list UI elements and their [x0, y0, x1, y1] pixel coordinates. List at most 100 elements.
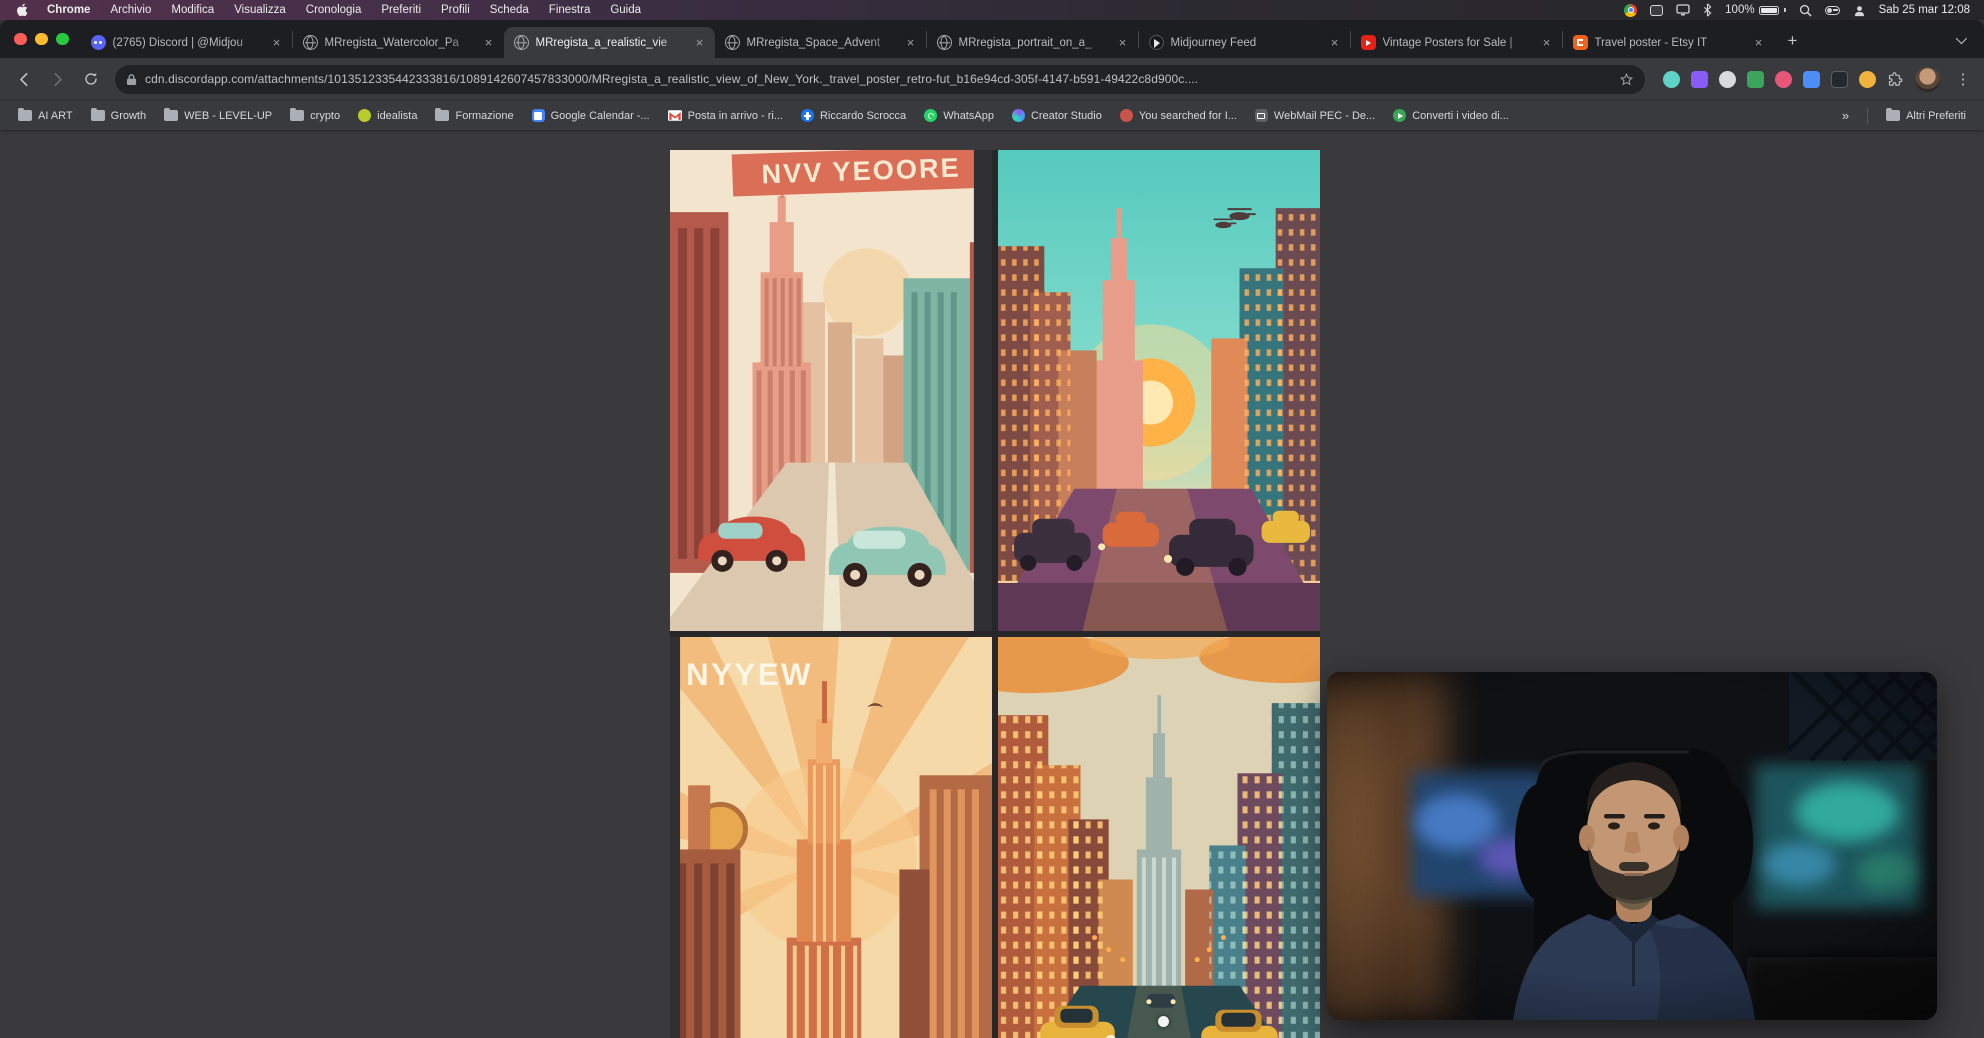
battery-status[interactable]: 100%: [1725, 4, 1785, 16]
bookmark-whatsapp[interactable]: WhatsApp: [916, 106, 1002, 125]
etsy-favicon: [1573, 35, 1588, 50]
bookmark-label: Riccardo Scrocca: [820, 110, 906, 122]
close-tab-icon[interactable]: ×: [1327, 35, 1343, 51]
bookmark-idealista[interactable]: idealista: [350, 106, 425, 125]
bookmark-creator-studio[interactable]: Creator Studio: [1004, 106, 1110, 125]
poster-title-bottom-left: NYYEW: [686, 657, 813, 692]
webmail-favicon: [1255, 109, 1268, 122]
battery-percent-label: 100%: [1725, 4, 1754, 16]
bookmark-you-searched[interactable]: You searched for I...: [1112, 106, 1245, 125]
chrome-menu-button[interactable]: ⋮: [1952, 70, 1974, 88]
bookmarks-overflow-button[interactable]: »: [1834, 105, 1857, 126]
tab-label: MRregista_Watercolor_Pa: [325, 37, 474, 49]
extension-icon[interactable]: [1691, 71, 1708, 88]
bookmark-label: WhatsApp: [943, 110, 994, 122]
bookmark-label: Posta in arrivo - ri...: [688, 110, 783, 122]
close-tab-icon[interactable]: ×: [1539, 35, 1555, 51]
poster-taxi-street: [998, 637, 1320, 1038]
tab-portrait[interactable]: MRregista_portrait_on_a_ ×: [927, 27, 1138, 58]
tab-etsy[interactable]: Travel poster - Etsy IT ×: [1563, 27, 1774, 58]
bookmark-folder-web-level-up[interactable]: WEB - LEVEL-UP: [156, 107, 280, 125]
user-switch-icon[interactable]: [1853, 4, 1866, 17]
tab-label: MRregista_Space_Advent: [747, 37, 896, 49]
close-tab-icon[interactable]: ×: [692, 35, 708, 51]
folder-icon: [290, 110, 304, 121]
menubar-item-finestra[interactable]: Finestra: [540, 2, 600, 18]
bookmark-label: AI ART: [38, 110, 73, 122]
extension-icon[interactable]: [1719, 71, 1736, 88]
menubar-item-archivio[interactable]: Archivio: [101, 2, 160, 18]
extension-icon[interactable]: [1859, 71, 1876, 88]
mouse-cursor-dot: [1158, 1016, 1169, 1027]
close-tab-icon[interactable]: ×: [903, 35, 919, 51]
lock-icon[interactable]: [126, 73, 137, 86]
menubar-clock[interactable]: Sab 25 mar 12:08: [1879, 4, 1970, 16]
apple-menu[interactable]: [14, 3, 36, 17]
bookmark-folder-growth[interactable]: Growth: [83, 107, 154, 125]
chrome-window: (2765) Discord | @Midjou × MRregista_Wat…: [0, 20, 1984, 1038]
battery-icon: [1759, 6, 1779, 15]
reload-button[interactable]: [76, 65, 105, 94]
menubar-item-chrome[interactable]: Chrome: [38, 2, 99, 18]
menubar-item-modifica[interactable]: Modifica: [162, 2, 223, 18]
close-tab-icon[interactable]: ×: [1115, 35, 1131, 51]
other-bookmarks-folder[interactable]: Altri Preferiti: [1878, 107, 1974, 125]
menubar-item-profili[interactable]: Profili: [432, 2, 479, 18]
bookmark-converti-video[interactable]: Converti i video di...: [1385, 106, 1517, 125]
extension-icon[interactable]: [1775, 71, 1792, 88]
spotlight-search-icon[interactable]: [1799, 4, 1812, 17]
menubar-item-visualizza[interactable]: Visualizza: [225, 2, 295, 18]
tab-realistic-view-active[interactable]: MRregista_a_realistic_vie ×: [504, 27, 715, 58]
profile-avatar[interactable]: [1915, 67, 1940, 92]
extension-icon[interactable]: [1663, 71, 1680, 88]
tab-midjourney-feed[interactable]: Midjourney Feed ×: [1139, 27, 1350, 58]
display-icon[interactable]: [1676, 4, 1690, 16]
menubar-item-guida[interactable]: Guida: [601, 2, 650, 18]
bookmark-label: Formazione: [455, 110, 513, 122]
folder-icon: [91, 110, 105, 121]
tab-label: MRregista_a_realistic_vie: [536, 37, 685, 49]
bookmark-folder-ai-art[interactable]: AI ART: [10, 107, 81, 125]
menubar-item-scheda[interactable]: Scheda: [481, 2, 538, 18]
tab-discord[interactable]: (2765) Discord | @Midjou ×: [81, 27, 292, 58]
menubar-item-cronologia[interactable]: Cronologia: [297, 2, 371, 18]
bookmark-google-calendar[interactable]: Google Calendar -...: [524, 106, 658, 125]
back-button[interactable]: [10, 65, 39, 94]
extensions-puzzle-icon[interactable]: [1887, 71, 1904, 88]
close-tab-icon[interactable]: ×: [481, 35, 497, 51]
tab-space-adventure[interactable]: MRregista_Space_Advent ×: [715, 27, 926, 58]
control-center-icon[interactable]: [1825, 6, 1840, 15]
close-window-button[interactable]: [14, 33, 27, 46]
tab-watercolor[interactable]: MRregista_Watercolor_Pa ×: [293, 27, 504, 58]
bookmark-label: Growth: [111, 110, 146, 122]
bluetooth-icon[interactable]: [1703, 3, 1712, 17]
forward-button[interactable]: [43, 65, 72, 94]
tab-search-button[interactable]: [1946, 26, 1974, 54]
distant-car: [1146, 994, 1175, 1008]
menubar-item-preferiti[interactable]: Preferiti: [372, 2, 430, 18]
bookmark-folder-crypto[interactable]: crypto: [282, 107, 348, 125]
bookmark-star-icon[interactable]: [1619, 72, 1634, 87]
extension-icon[interactable]: [1831, 71, 1848, 88]
close-tab-icon[interactable]: ×: [269, 35, 285, 51]
bookmark-gmail-inbox[interactable]: Posta in arrivo - ri...: [660, 107, 791, 125]
chrome-app-status-icon[interactable]: [1624, 4, 1637, 17]
menubar-status-area: 100% Sab 25 mar 12:08: [1624, 3, 1970, 17]
screen-recording-icon[interactable]: [1650, 5, 1663, 16]
address-bar[interactable]: cdn.discordapp.com/attachments/101351233…: [115, 65, 1645, 94]
chevron-down-icon: [1956, 33, 1967, 44]
tab-vintage-posters[interactable]: Vintage Posters for Sale | ×: [1351, 27, 1562, 58]
extension-icon[interactable]: [1747, 71, 1764, 88]
bookmark-label: Altri Preferiti: [1906, 110, 1966, 122]
midjourney-image-grid[interactable]: NVV YEOORE: [670, 150, 1320, 1038]
close-tab-icon[interactable]: ×: [1751, 35, 1767, 51]
bookmark-webmail-pec[interactable]: WebMail PEC - De...: [1247, 106, 1383, 125]
zoom-window-button[interactable]: [56, 33, 69, 46]
minimize-window-button[interactable]: [35, 33, 48, 46]
bookmark-facebook-profile[interactable]: Riccardo Scrocca: [793, 106, 914, 125]
extension-icon[interactable]: [1803, 71, 1820, 88]
new-tab-button[interactable]: +: [1780, 28, 1806, 54]
bookmark-folder-formazione[interactable]: Formazione: [427, 107, 521, 125]
bookmark-label: Creator Studio: [1031, 110, 1102, 122]
window-controls: [10, 20, 81, 58]
